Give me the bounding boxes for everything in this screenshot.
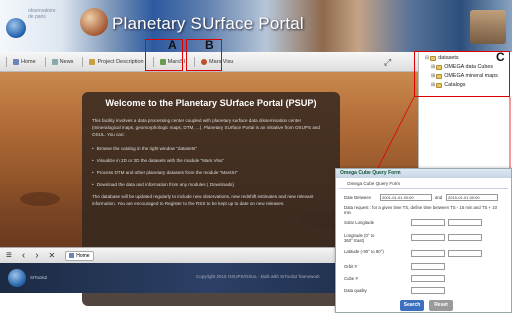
query-form-window-title: Omega Cube Query Form	[336, 169, 511, 178]
welcome-bullet: Download the data and information from a…	[92, 181, 330, 188]
rover-image	[470, 10, 506, 44]
latitude-label: Latitude (-90° to 90°)	[344, 249, 384, 254]
toolbar-divider	[6, 56, 7, 67]
toolbar-home-label: Home	[21, 58, 36, 65]
latitude-max-input[interactable]	[448, 250, 482, 257]
home-icon	[13, 58, 19, 65]
toolbar-divider	[82, 56, 84, 67]
toolbar-project-label: Project Description	[97, 58, 144, 65]
welcome-bullet: Browse the catalog in the right window "…	[92, 145, 330, 152]
observatoire-logo	[6, 18, 26, 38]
home-icon	[69, 253, 75, 258]
annotation-box-b	[186, 39, 222, 71]
date-start-input[interactable]: 2001-01-01 00:00	[380, 194, 432, 201]
solar-longitude-max-input[interactable]	[448, 219, 482, 226]
solar-longitude-min-input[interactable]	[411, 219, 445, 226]
latitude-min-input[interactable]	[411, 250, 445, 257]
psup-portal-screenshot: observatoire de paris Planetary SUrface …	[0, 0, 512, 313]
annotation-label-b: B	[205, 38, 214, 52]
forward-icon[interactable]: ›	[35, 248, 38, 264]
date-and-label: and	[435, 195, 443, 200]
back-icon[interactable]: ‹	[22, 248, 25, 264]
omega-cube-query-form: Omega Cube Query Form Omega Cube Query F…	[335, 168, 512, 313]
header-banner: observatoire de paris Planetary SUrface …	[0, 0, 512, 52]
footer-copyright: Copyright 2015 OSUPS/OSUL - Built with S…	[196, 274, 320, 279]
close-icon[interactable]: ✕	[49, 248, 56, 264]
data-quality-label: Data quality	[344, 288, 367, 293]
expand-icon[interactable]: ⤢	[384, 57, 391, 68]
planet-image	[80, 8, 108, 36]
menu-icon[interactable]: ≡	[6, 248, 12, 264]
footer-logo	[8, 269, 26, 287]
toolbar-divider	[44, 56, 46, 67]
welcome-title: Welcome to the Planetary SUrface Portal …	[105, 98, 317, 108]
longitude-max-input[interactable]	[448, 234, 482, 241]
toolbar-news-label: News	[59, 58, 74, 65]
mars-rock	[20, 192, 60, 206]
welcome-bullets: Browse the catalog in the right window "…	[92, 145, 330, 188]
home-taskbar-button[interactable]: Home	[65, 250, 94, 261]
longitude-min-input[interactable]	[411, 234, 445, 241]
annotation-label-a: A	[168, 38, 177, 52]
welcome-footer-text: The database will be updated regularly t…	[92, 193, 314, 206]
news-icon	[51, 58, 58, 65]
welcome-bullet: Process DTM and other planetary datasets…	[92, 169, 330, 176]
welcome-bullet: Visualize in 2D or 3D the datasets with …	[92, 157, 330, 164]
toolbar-news[interactable]: News	[51, 58, 74, 65]
date-note: Data request : for a given time TS, defi…	[344, 205, 497, 215]
solar-longitude-label: Solar Longitude	[344, 220, 375, 225]
query-form-section-title: Omega Cube Query Form	[339, 178, 508, 189]
orbit-input[interactable]	[411, 263, 445, 270]
home-taskbar-label: Home	[76, 252, 90, 259]
cube-input[interactable]	[411, 275, 445, 282]
date-end-input[interactable]: 2015-01-01 00:00	[446, 194, 498, 201]
toolbar-home[interactable]: Home	[13, 58, 36, 65]
date-label: Date Between	[344, 195, 371, 200]
longitude-label: Longitude (0° to 360° East)	[344, 233, 375, 243]
footer-logo-text: SITools2	[30, 275, 48, 280]
data-quality-input[interactable]	[411, 287, 445, 294]
cube-label: Cube #	[344, 276, 358, 281]
toolbar-project-description[interactable]: Project Description	[89, 58, 144, 65]
search-button[interactable]: Search	[400, 300, 424, 311]
annotation-box-a	[145, 39, 183, 71]
edit-icon	[89, 58, 96, 65]
reset-button[interactable]: Reset	[429, 300, 453, 311]
orbit-label: Orbit #	[344, 264, 357, 269]
welcome-intro: This facility involves a data processing…	[92, 118, 320, 138]
portal-title: Planetary SUrface Portal	[112, 14, 304, 33]
annotation-label-c: C	[496, 50, 505, 64]
logo-text: observatoire de paris	[28, 8, 56, 20]
